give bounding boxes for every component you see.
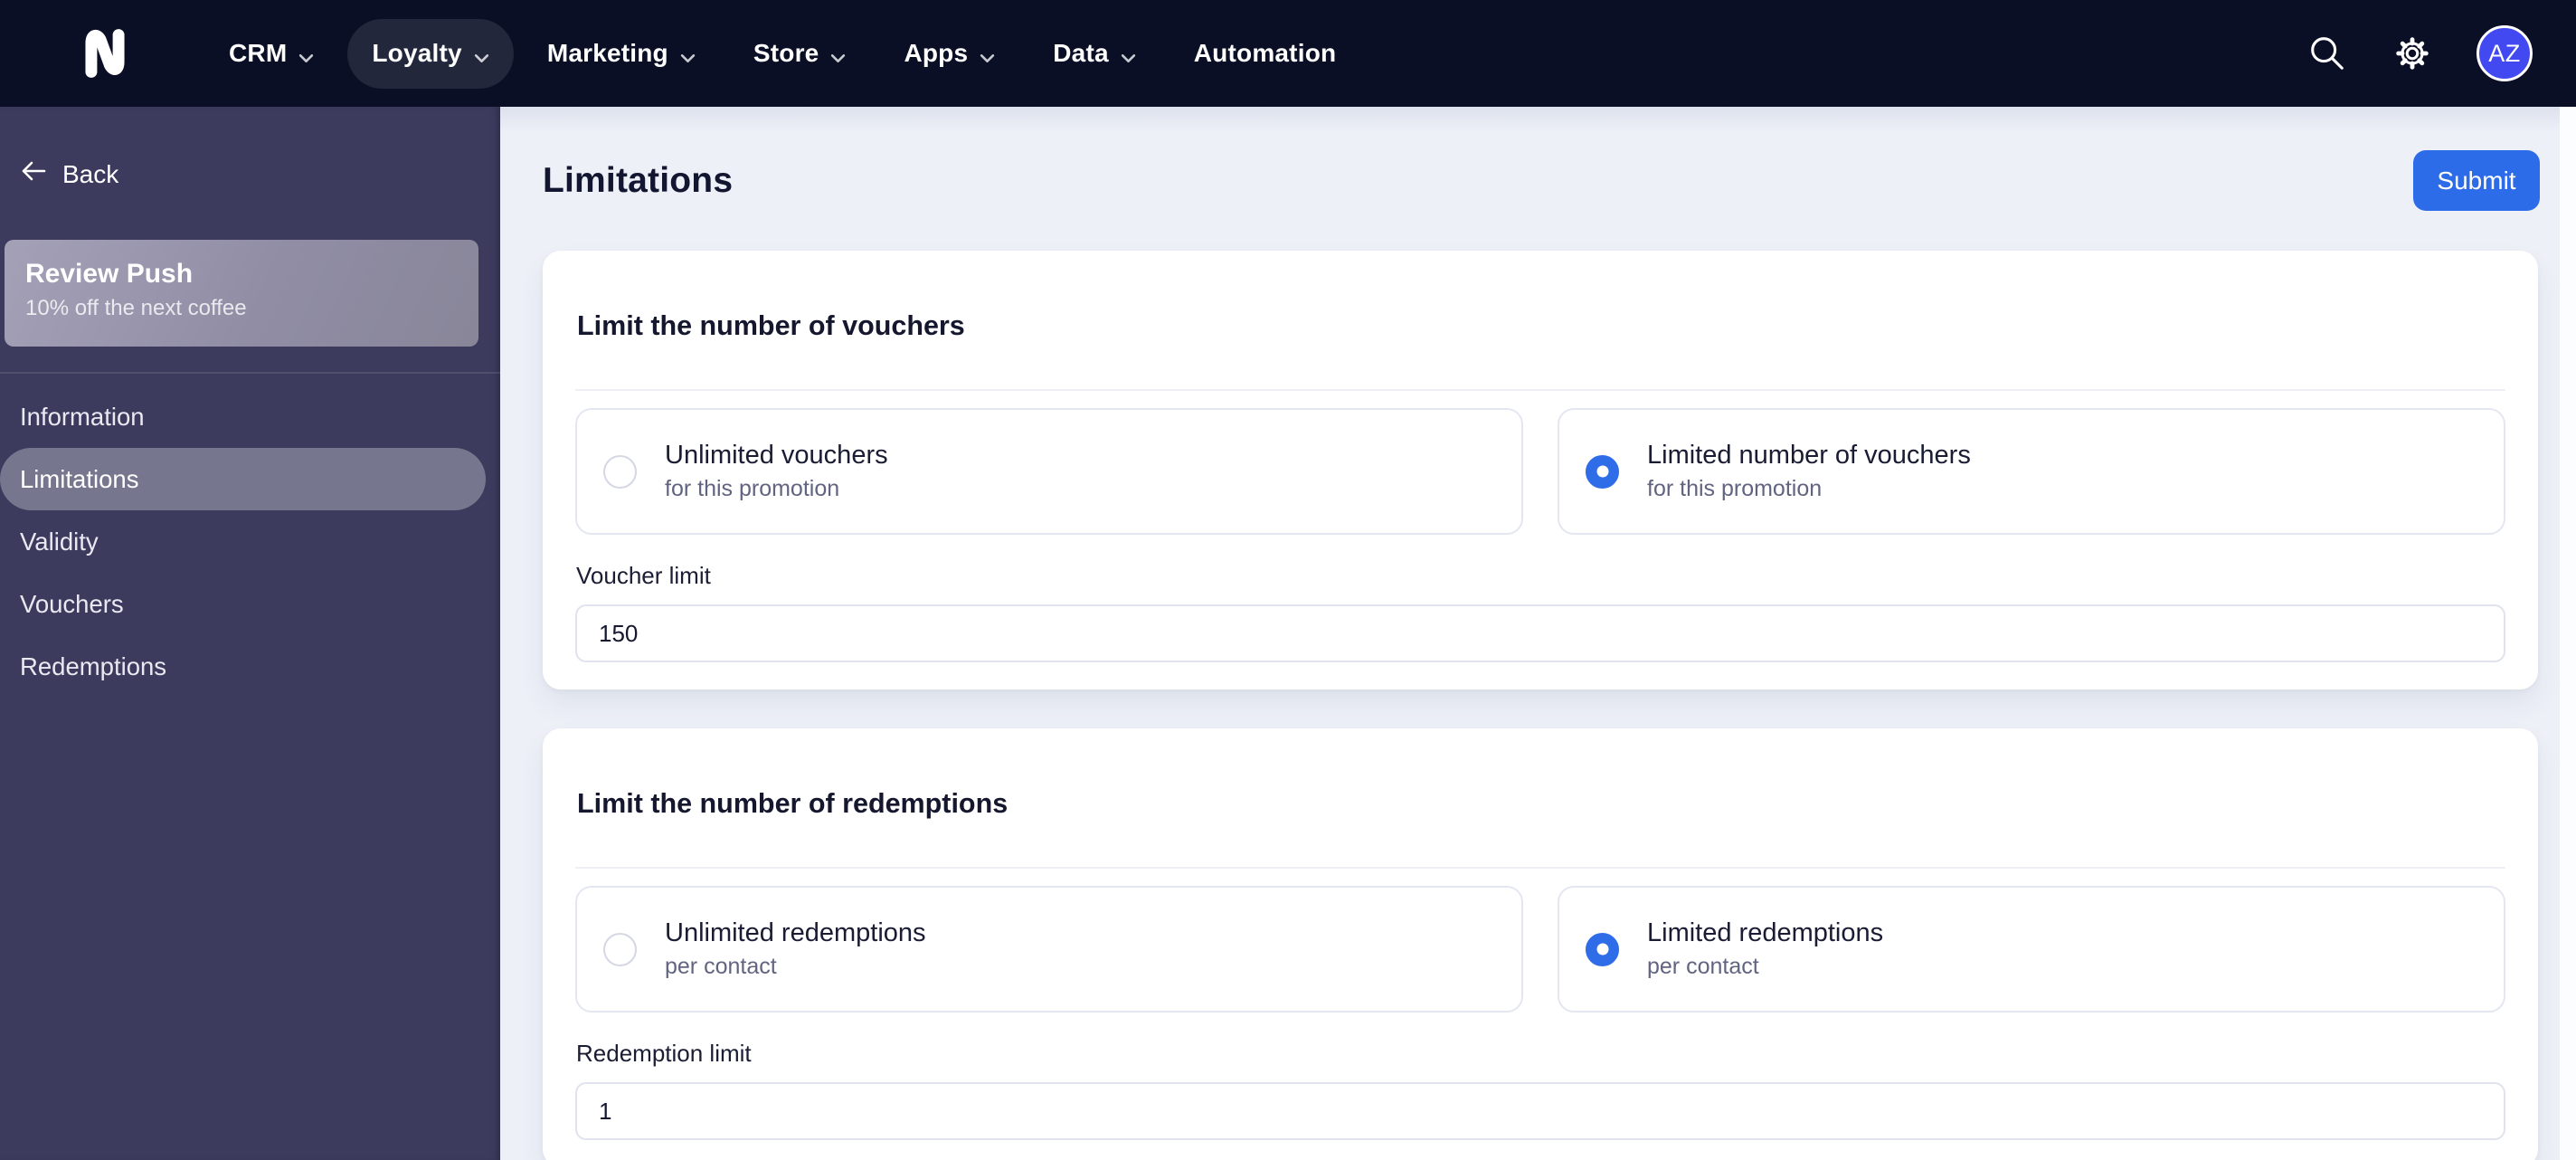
sidebar-item-information[interactable]: Information <box>0 385 500 448</box>
option-text: Unlimited vouchers for this promotion <box>665 441 888 502</box>
sidebar-item-validity[interactable]: Validity <box>0 510 500 573</box>
promotion-title: Review Push <box>25 259 194 289</box>
brand-n-logo[interactable] <box>81 28 128 79</box>
option-limited-redemptions[interactable]: Limited redemptions per contact <box>1558 886 2505 1013</box>
promotion-summary-card: Review Push 10% off the next coffee <box>5 240 478 347</box>
option-title: Unlimited vouchers <box>665 441 888 470</box>
nav-item-crm[interactable]: CRM <box>204 19 338 89</box>
redemption-limit-label: Redemption limit <box>576 1040 752 1067</box>
chevron-down-icon <box>474 41 489 70</box>
redemption-limit-input[interactable] <box>575 1082 2505 1140</box>
chevron-down-icon <box>830 41 846 70</box>
user-avatar[interactable]: AZ <box>2477 25 2533 81</box>
app: CRM Loyalty Marketing Store Apps Data Au… <box>0 0 2576 1160</box>
page-title: Limitations <box>543 160 734 200</box>
option-title: Unlimited redemptions <box>665 918 926 947</box>
option-subtitle: for this promotion <box>1647 476 1823 501</box>
nav-item-apps[interactable]: Apps <box>879 19 1019 89</box>
back-label: Back <box>62 159 119 188</box>
gear-icon[interactable] <box>2391 33 2433 74</box>
radio-selected[interactable] <box>1586 932 1619 966</box>
search-icon[interactable] <box>2306 33 2348 74</box>
sidebar-item-label: Vouchers <box>20 590 124 618</box>
brand-n-logo-glyph <box>85 29 125 78</box>
card-divider <box>575 389 2505 391</box>
nav-item-label: CRM <box>229 39 288 67</box>
card-heading: Limit the number of vouchers <box>577 310 965 341</box>
nav-item-label: Marketing <box>546 39 668 67</box>
chevron-down-icon <box>298 41 314 70</box>
option-title: Limited redemptions <box>1647 918 1884 947</box>
nav-item-label: Automation <box>1193 39 1337 67</box>
sidebar-item-limitations[interactable]: Limitations <box>0 448 486 510</box>
nav-item-label: Store <box>753 39 819 67</box>
nav-item-label: Apps <box>904 39 969 67</box>
nav-item-loyalty[interactable]: Loyalty <box>347 18 514 89</box>
radio-unselected[interactable] <box>603 454 637 489</box>
arrow-left-icon <box>20 159 47 189</box>
chevron-down-icon <box>680 41 696 70</box>
sidebar-divider <box>0 372 500 374</box>
option-unlimited-redemptions[interactable]: Unlimited redemptions per contact <box>575 886 1523 1013</box>
chevron-down-icon <box>1121 41 1136 70</box>
vouchers-limit-card: Limit the number of vouchers Unlimited v… <box>543 251 2538 689</box>
option-unlimited-vouchers[interactable]: Unlimited vouchers for this promotion <box>575 408 1523 535</box>
body: Back Review Push 10% off the next coffee… <box>0 107 2576 1160</box>
option-subtitle: per contact <box>1647 954 1759 979</box>
option-subtitle: for this promotion <box>665 476 840 501</box>
option-text: Unlimited redemptions per contact <box>665 918 926 980</box>
chevron-down-icon <box>980 41 995 70</box>
sidebar-item-label: Validity <box>20 528 99 556</box>
sidebar-menu: Information Limitations Validity Voucher… <box>0 385 500 698</box>
top-nav: CRM Loyalty Marketing Store Apps Data Au… <box>0 0 2576 107</box>
option-title: Limited number of vouchers <box>1647 441 1971 470</box>
topbar-actions: AZ <box>2306 25 2533 81</box>
radio-unselected[interactable] <box>603 932 637 966</box>
sidebar-item-vouchers[interactable]: Vouchers <box>0 573 500 635</box>
option-text: Limited redemptions per contact <box>1647 918 1883 980</box>
page-header: Limitations Submit <box>543 150 2540 211</box>
nav-item-automation[interactable]: Automation <box>1170 20 1361 87</box>
voucher-limit-label: Voucher limit <box>576 562 711 589</box>
sidebar-item-label: Information <box>20 403 145 431</box>
back-button[interactable]: Back <box>20 159 118 189</box>
main-content: Limitations Submit Limit the number of v… <box>500 107 2576 1160</box>
redemptions-limit-card: Limit the number of redemptions Unlimite… <box>543 728 2538 1160</box>
sidebar-item-label: Redemptions <box>20 652 167 680</box>
promotion-subtitle: 10% off the next coffee <box>25 296 247 320</box>
voucher-limit-input[interactable] <box>575 604 2505 662</box>
sidebar: Back Review Push 10% off the next coffee… <box>0 107 500 1160</box>
option-text: Limited number of vouchers for this prom… <box>1647 441 1971 502</box>
nav-item-label: Loyalty <box>372 39 462 67</box>
redemption-limit-options: Unlimited redemptions per contact Limite… <box>575 886 2505 1013</box>
scrollbar[interactable] <box>2560 107 2576 1160</box>
submit-button[interactable]: Submit <box>2413 150 2540 211</box>
option-limited-vouchers[interactable]: Limited number of vouchers for this prom… <box>1558 408 2505 535</box>
primary-nav: CRM Loyalty Marketing Store Apps Data Au… <box>204 18 1361 89</box>
avatar-initials: AZ <box>2488 39 2521 67</box>
nav-item-store[interactable]: Store <box>729 19 871 89</box>
card-heading: Limit the number of redemptions <box>577 788 1009 819</box>
nav-item-marketing[interactable]: Marketing <box>523 19 720 89</box>
option-subtitle: per contact <box>665 954 777 979</box>
voucher-limit-options: Unlimited vouchers for this promotion Li… <box>575 408 2505 535</box>
nav-item-label: Data <box>1053 39 1109 67</box>
sidebar-item-redemptions[interactable]: Redemptions <box>0 635 500 698</box>
sidebar-item-label: Limitations <box>20 465 139 493</box>
nav-item-data[interactable]: Data <box>1028 19 1160 89</box>
radio-selected[interactable] <box>1586 454 1619 489</box>
card-divider <box>575 867 2505 869</box>
